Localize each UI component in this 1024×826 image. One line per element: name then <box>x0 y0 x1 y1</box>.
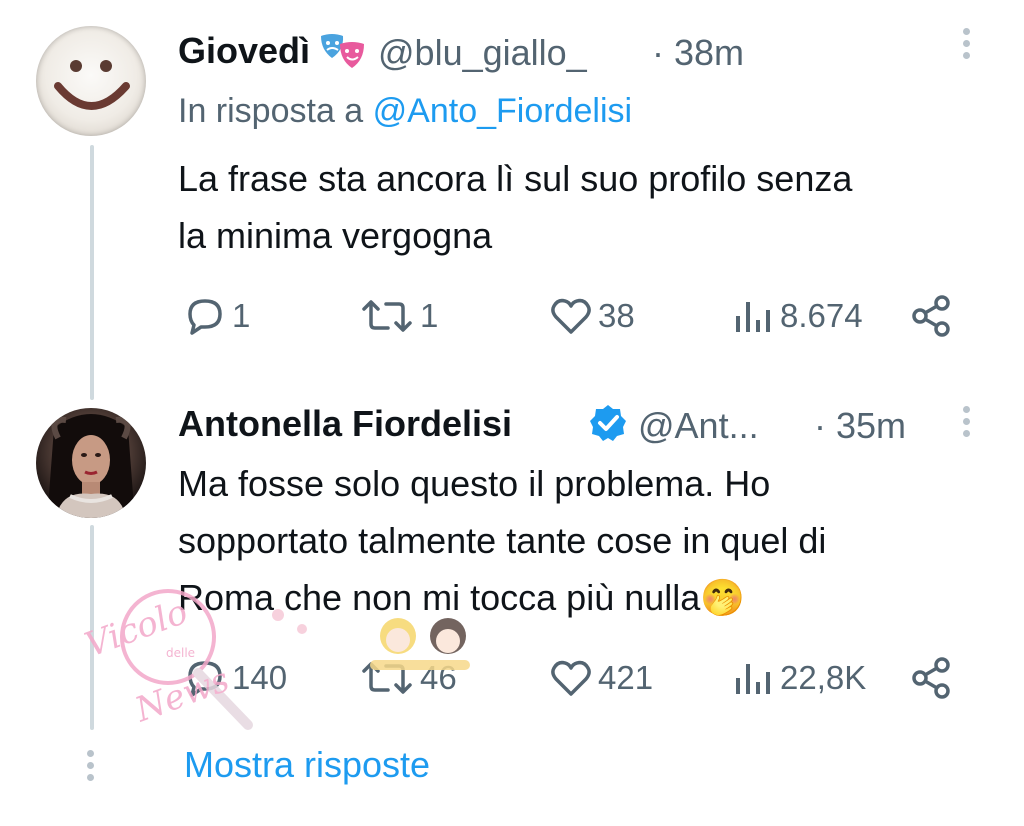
thread-line-top <box>90 145 94 400</box>
reply-button[interactable]: 140 <box>184 658 287 698</box>
heart-icon <box>551 660 591 696</box>
like-button[interactable]: 421 <box>550 658 653 698</box>
analytics-icon <box>736 664 770 694</box>
retweet-icon <box>362 662 412 694</box>
reply-icon <box>188 299 222 335</box>
handle[interactable]: @blu_giallo_ <box>378 32 587 74</box>
avatar-antonella[interactable] <box>36 408 146 518</box>
timestamp[interactable]: · 38m <box>652 32 744 74</box>
reply-to-link[interactable]: @Anto_Fiordelisi <box>373 92 632 130</box>
share-button[interactable] <box>910 656 954 700</box>
avatar-giovedi[interactable] <box>36 26 146 136</box>
reply-button[interactable]: 1 <box>184 296 250 336</box>
reply-count: 1 <box>232 297 251 334</box>
tweet-text: Ma fosse solo questo il problema. Ho sop… <box>178 455 826 626</box>
handle[interactable]: @Ant... <box>638 405 759 447</box>
svg-text:Vicolo: Vicolo <box>80 592 193 666</box>
retweet-count: 1 <box>420 297 439 334</box>
like-count: 38 <box>598 297 635 334</box>
reply-context: In risposta a @Anto_Fiordelisi <box>178 92 632 131</box>
reply-count: 140 <box>232 659 288 696</box>
portrait-image <box>48 414 134 518</box>
analytics-icon <box>736 302 770 332</box>
views-button[interactable]: 22,8K <box>734 658 866 698</box>
tweet-text: La frase sta ancora lì sul suo profilo s… <box>178 150 852 264</box>
tweet-text-line: La frase sta ancora lì sul suo profilo s… <box>178 158 853 199</box>
retweet-button[interactable]: 1 <box>360 296 438 336</box>
tweet-text-line: Roma che non mi tocca più nulla <box>178 577 701 618</box>
hand-over-mouth-emoji: 🤭 <box>700 577 746 618</box>
share-icon <box>912 295 950 337</box>
thread-line-bottom <box>90 525 94 730</box>
share-button[interactable] <box>910 294 954 338</box>
display-name[interactable]: Giovedì <box>178 30 310 72</box>
timestamp[interactable]: · 35m <box>814 405 906 447</box>
like-button[interactable]: 38 <box>550 296 635 336</box>
tweet-text-line: Ma fosse solo questo il problema. Ho <box>178 463 771 504</box>
more-options-icon[interactable] <box>963 406 971 442</box>
thread-dots-icon <box>87 750 95 786</box>
views-count: 22,8K <box>780 659 867 696</box>
show-replies-link[interactable]: Mostra risposte <box>184 744 430 786</box>
tweet-text-line-3: Roma che non mi tocca più nulla🤭 <box>178 569 826 626</box>
heart-icon <box>551 298 591 334</box>
display-name[interactable]: Antonella Fiordelisi <box>178 403 512 445</box>
more-options-icon[interactable] <box>963 28 971 64</box>
retweet-icon <box>362 300 412 332</box>
tweet-text-line: sopportato talmente tante cose in quel d… <box>178 520 827 561</box>
tweet-text-line: la minima vergogna <box>178 215 493 256</box>
views-count: 8.674 <box>780 297 863 334</box>
verified-badge-icon <box>588 403 628 443</box>
retweet-button[interactable]: 46 <box>360 658 457 698</box>
like-count: 421 <box>598 659 654 696</box>
reply-prefix: In risposta a <box>178 92 373 130</box>
views-button[interactable]: 8.674 <box>734 296 863 336</box>
share-icon <box>912 657 950 699</box>
smiley-face-icon <box>54 60 130 110</box>
theater-masks-icon <box>318 30 368 74</box>
reply-icon <box>188 661 222 697</box>
retweet-count: 46 <box>420 659 457 696</box>
